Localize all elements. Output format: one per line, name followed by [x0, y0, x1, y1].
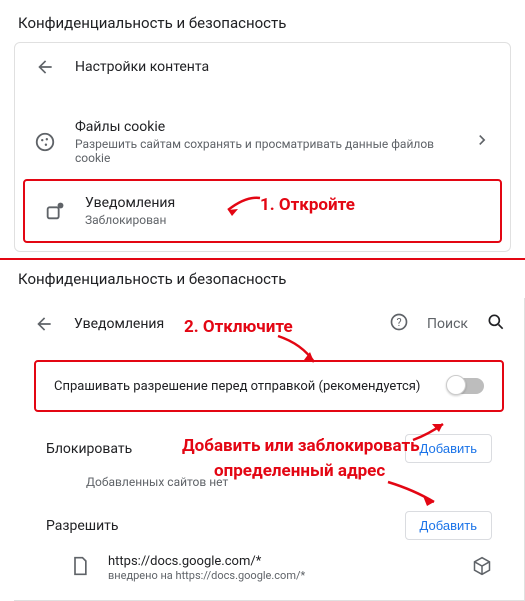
page-icon	[70, 556, 90, 580]
privacy-section-title-1: Конфиденциальность и безопасность	[0, 0, 525, 42]
site-url: https://docs.google.com/*	[108, 554, 454, 569]
cookies-title: Файлы cookie	[75, 119, 454, 135]
add-allow-button[interactable]: Добавить	[405, 511, 492, 540]
notifications-row[interactable]: Уведомления Заблокирован	[23, 179, 502, 243]
ask-permission-row[interactable]: Спрашивать разрешение перед отправкой (р…	[34, 360, 504, 412]
content-settings-panel: Настройки контента Файлы cookie Разрешит…	[14, 42, 511, 252]
add-block-button[interactable]: Добавить	[405, 434, 492, 463]
back-icon	[33, 57, 57, 77]
allow-label: Разрешить	[46, 518, 119, 534]
cookies-row[interactable]: Файлы cookie Разрешить сайтам сохранять …	[15, 105, 510, 179]
notifications-title: Уведомления	[85, 195, 482, 211]
cookie-icon	[33, 131, 57, 153]
notif-topbar: Уведомления ? Поиск	[14, 298, 524, 350]
search-icon[interactable]	[486, 312, 506, 336]
back-row[interactable]: Настройки контента	[15, 43, 510, 91]
back-icon[interactable]	[32, 314, 56, 334]
ask-permission-toggle[interactable]	[448, 378, 484, 394]
search-placeholder[interactable]: Поиск	[427, 316, 468, 332]
notifications-icon	[43, 200, 67, 222]
notifications-panel: Уведомления ? Поиск 2. Отключите Спрашив…	[14, 298, 525, 601]
site-sub: внедрено на https://docs.google.com/*	[108, 569, 454, 582]
help-icon[interactable]: ?	[389, 312, 409, 336]
notifications-sub: Заблокирован	[85, 213, 482, 227]
notif-back-title: Уведомления	[74, 316, 164, 332]
chevron-right-icon	[472, 130, 492, 154]
allowed-site-row[interactable]: https://docs.google.com/* внедрено на ht…	[14, 546, 524, 590]
svg-text:?: ?	[396, 316, 401, 329]
cube-icon[interactable]	[472, 556, 492, 580]
no-blocked-sites: Добавленных сайтов нет	[14, 469, 524, 499]
back-title: Настройки контента	[75, 59, 209, 75]
cookies-sub: Разрешить сайтам сохранять и просматрива…	[75, 137, 454, 165]
block-label: Блокировать	[46, 441, 132, 457]
block-section: Блокировать Добавить	[14, 422, 524, 469]
allow-section: Разрешить Добавить	[14, 499, 524, 546]
privacy-section-title-2: Конфиденциальность и безопасность	[0, 260, 525, 298]
ask-permission-label: Спрашивать разрешение перед отправкой (р…	[54, 379, 420, 394]
